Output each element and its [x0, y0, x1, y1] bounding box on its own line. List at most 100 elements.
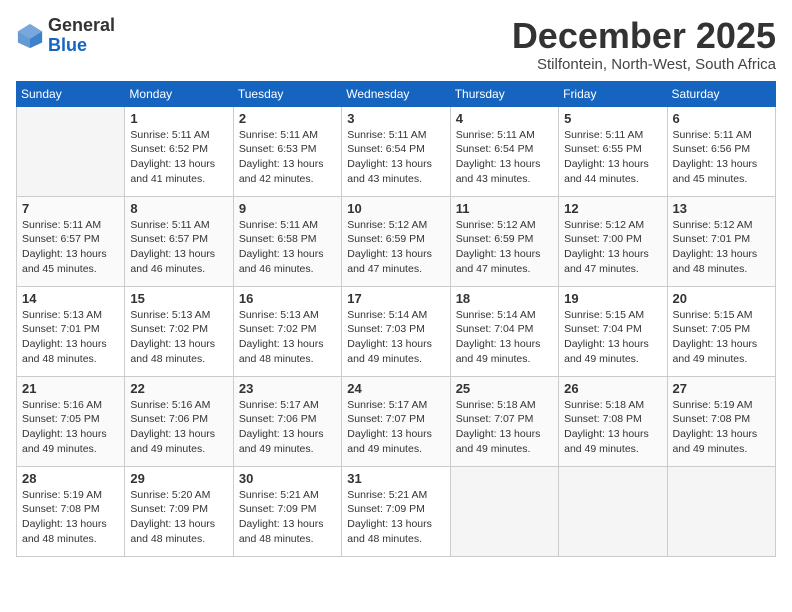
day-detail: Sunrise: 5:15 AM Sunset: 7:05 PM Dayligh… — [673, 308, 770, 367]
header-wednesday: Wednesday — [342, 81, 450, 106]
header-saturday: Saturday — [667, 81, 775, 106]
table-row: 10 Sunrise: 5:12 AM Sunset: 6:59 PM Dayli… — [342, 196, 450, 286]
title-block: December 2025 Stilfontein, North-West, S… — [512, 16, 776, 73]
day-detail: Sunrise: 5:12 AM Sunset: 6:59 PM Dayligh… — [456, 218, 553, 277]
table-row — [667, 466, 775, 556]
calendar-table: Sunday Monday Tuesday Wednesday Thursday… — [16, 81, 776, 557]
day-detail: Sunrise: 5:11 AM Sunset: 6:52 PM Dayligh… — [130, 128, 227, 187]
table-row: 7Sunrise: 5:11 AM Sunset: 6:57 PM Daylig… — [17, 196, 125, 286]
day-number: 3 — [347, 111, 444, 126]
table-row: 16 Sunrise: 5:13 AM Sunset: 7:02 PM Dayli… — [233, 286, 341, 376]
location-subtitle: Stilfontein, North-West, South Africa — [512, 56, 776, 73]
table-row: 13 Sunrise: 5:12 AM Sunset: 7:01 PM Dayli… — [667, 196, 775, 286]
calendar-week-row: 7 Sunrise: 5:11 AM Sunset: 6:57 PM Daylig… — [17, 196, 776, 286]
day-number: 6 — [673, 111, 770, 126]
header-friday: Friday — [559, 81, 667, 106]
day-detail: Sunrise: 5:20 AM Sunset: 7:09 PM Dayligh… — [130, 488, 227, 547]
day-detail: Sunrise: 5:13 AM Sunset: 7:02 PM Dayligh… — [130, 308, 227, 367]
table-row: 26 Sunrise: 5:18 AM Sunset: 7:08 PM Dayli… — [559, 376, 667, 466]
day-detail: Sunrise: 5:11 AM Sunset: 6:54 PM Dayligh… — [347, 128, 444, 187]
table-row: 14 Sunrise: 5:13 AM Sunset: 7:01 PM Dayli… — [17, 286, 125, 376]
header-thursday: Thursday — [450, 81, 558, 106]
day-number: 20 — [673, 291, 770, 306]
day-detail: Sunrise: 5:15 AM Sunset: 7:04 PM Dayligh… — [564, 308, 661, 367]
day-number: 4 — [456, 111, 553, 126]
day-number: 16 — [239, 291, 336, 306]
day-number: 13 — [673, 201, 770, 216]
table-row: 29 Sunrise: 5:20 AM Sunset: 7:09 PM Dayli… — [125, 466, 233, 556]
day-number: 14 — [22, 291, 119, 306]
table-row: 12Sunrise: 5:12 AM Sunset: 7:00 PM Dayli… — [559, 196, 667, 286]
table-row: 1 Sunrise: 5:11 AM Sunset: 6:52 PM Daylig… — [125, 106, 233, 196]
table-row: 24 Sunrise: 5:17 AM Sunset: 7:07 PM Dayli… — [342, 376, 450, 466]
table-row: 23Sunrise: 5:17 AM Sunset: 7:06 PM Dayli… — [233, 376, 341, 466]
table-row: 28 Sunrise: 5:19 AM Sunset: 7:08 PM Dayli… — [17, 466, 125, 556]
day-number: 9 — [239, 201, 336, 216]
day-number: 1 — [130, 111, 227, 126]
day-detail: Sunrise: 5:18 AM Sunset: 7:08 PM Dayligh… — [564, 398, 661, 457]
table-row: 25 Sunrise: 5:18 AM Sunset: 7:07 PM Dayli… — [450, 376, 558, 466]
table-row: 17Sunrise: 5:14 AM Sunset: 7:03 PM Dayli… — [342, 286, 450, 376]
logo-text: General Blue — [48, 16, 115, 56]
day-detail: Sunrise: 5:11 AM Sunset: 6:57 PM Dayligh… — [130, 218, 227, 277]
day-number: 7 — [22, 201, 119, 216]
calendar-week-row: 28 Sunrise: 5:19 AM Sunset: 7:08 PM Dayli… — [17, 466, 776, 556]
logo: General Blue — [16, 16, 115, 56]
day-number: 26 — [564, 381, 661, 396]
page-header: General Blue December 2025 Stilfontein, … — [16, 16, 776, 73]
day-detail: Sunrise: 5:13 AM Sunset: 7:02 PM Dayligh… — [239, 308, 336, 367]
day-detail: Sunrise: 5:12 AM Sunset: 7:01 PM Dayligh… — [673, 218, 770, 277]
header-sunday: Sunday — [17, 81, 125, 106]
day-number: 31 — [347, 471, 444, 486]
table-row — [450, 466, 558, 556]
day-detail: Sunrise: 5:16 AM Sunset: 7:05 PM Dayligh… — [22, 398, 119, 457]
day-number: 5 — [564, 111, 661, 126]
day-detail: Sunrise: 5:21 AM Sunset: 7:09 PM Dayligh… — [347, 488, 444, 547]
day-number: 23 — [239, 381, 336, 396]
day-detail: Sunrise: 5:18 AM Sunset: 7:07 PM Dayligh… — [456, 398, 553, 457]
day-detail: Sunrise: 5:13 AM Sunset: 7:01 PM Dayligh… — [22, 308, 119, 367]
day-detail: Sunrise: 5:11 AM Sunset: 6:58 PM Dayligh… — [239, 218, 336, 277]
table-row: 3 Sunrise: 5:11 AM Sunset: 6:54 PM Daylig… — [342, 106, 450, 196]
day-number: 29 — [130, 471, 227, 486]
table-row: 19Sunrise: 5:15 AM Sunset: 7:04 PM Dayli… — [559, 286, 667, 376]
day-number: 18 — [456, 291, 553, 306]
day-detail: Sunrise: 5:11 AM Sunset: 6:56 PM Dayligh… — [673, 128, 770, 187]
table-row: 20 Sunrise: 5:15 AM Sunset: 7:05 PM Dayli… — [667, 286, 775, 376]
day-number: 24 — [347, 381, 444, 396]
table-row: 27Sunrise: 5:19 AM Sunset: 7:08 PM Dayli… — [667, 376, 775, 466]
day-number: 12 — [564, 201, 661, 216]
day-number: 28 — [22, 471, 119, 486]
table-row: 15Sunrise: 5:13 AM Sunset: 7:02 PM Dayli… — [125, 286, 233, 376]
day-detail: Sunrise: 5:11 AM Sunset: 6:53 PM Dayligh… — [239, 128, 336, 187]
day-detail: Sunrise: 5:14 AM Sunset: 7:04 PM Dayligh… — [456, 308, 553, 367]
header-tuesday: Tuesday — [233, 81, 341, 106]
day-number: 10 — [347, 201, 444, 216]
day-number: 30 — [239, 471, 336, 486]
calendar-week-row: 21 Sunrise: 5:16 AM Sunset: 7:05 PM Dayli… — [17, 376, 776, 466]
table-row: 18 Sunrise: 5:14 AM Sunset: 7:04 PM Dayli… — [450, 286, 558, 376]
day-number: 27 — [673, 381, 770, 396]
day-detail: Sunrise: 5:19 AM Sunset: 7:08 PM Dayligh… — [22, 488, 119, 547]
table-row: 22Sunrise: 5:16 AM Sunset: 7:06 PM Dayli… — [125, 376, 233, 466]
calendar-week-row: 1 Sunrise: 5:11 AM Sunset: 6:52 PM Daylig… — [17, 106, 776, 196]
day-number: 21 — [22, 381, 119, 396]
logo-icon — [16, 22, 44, 50]
table-row: 21 Sunrise: 5:16 AM Sunset: 7:05 PM Dayli… — [17, 376, 125, 466]
day-number: 25 — [456, 381, 553, 396]
day-number: 22 — [130, 381, 227, 396]
table-row: 4 Sunrise: 5:11 AM Sunset: 6:54 PM Daylig… — [450, 106, 558, 196]
weekday-header-row: Sunday Monday Tuesday Wednesday Thursday… — [17, 81, 776, 106]
table-row: 31 Sunrise: 5:21 AM Sunset: 7:09 PM Dayli… — [342, 466, 450, 556]
table-row: 9 Sunrise: 5:11 AM Sunset: 6:58 PM Daylig… — [233, 196, 341, 286]
day-detail: Sunrise: 5:12 AM Sunset: 6:59 PM Dayligh… — [347, 218, 444, 277]
table-row — [17, 106, 125, 196]
day-detail: Sunrise: 5:11 AM Sunset: 6:54 PM Dayligh… — [456, 128, 553, 187]
day-number: 2 — [239, 111, 336, 126]
day-detail: Sunrise: 5:17 AM Sunset: 7:07 PM Dayligh… — [347, 398, 444, 457]
day-number: 11 — [456, 201, 553, 216]
table-row: 6 Sunrise: 5:11 AM Sunset: 6:56 PM Daylig… — [667, 106, 775, 196]
table-row: 2 Sunrise: 5:11 AM Sunset: 6:53 PM Daylig… — [233, 106, 341, 196]
day-detail: Sunrise: 5:21 AM Sunset: 7:09 PM Dayligh… — [239, 488, 336, 547]
table-row: 11 Sunrise: 5:12 AM Sunset: 6:59 PM Dayli… — [450, 196, 558, 286]
